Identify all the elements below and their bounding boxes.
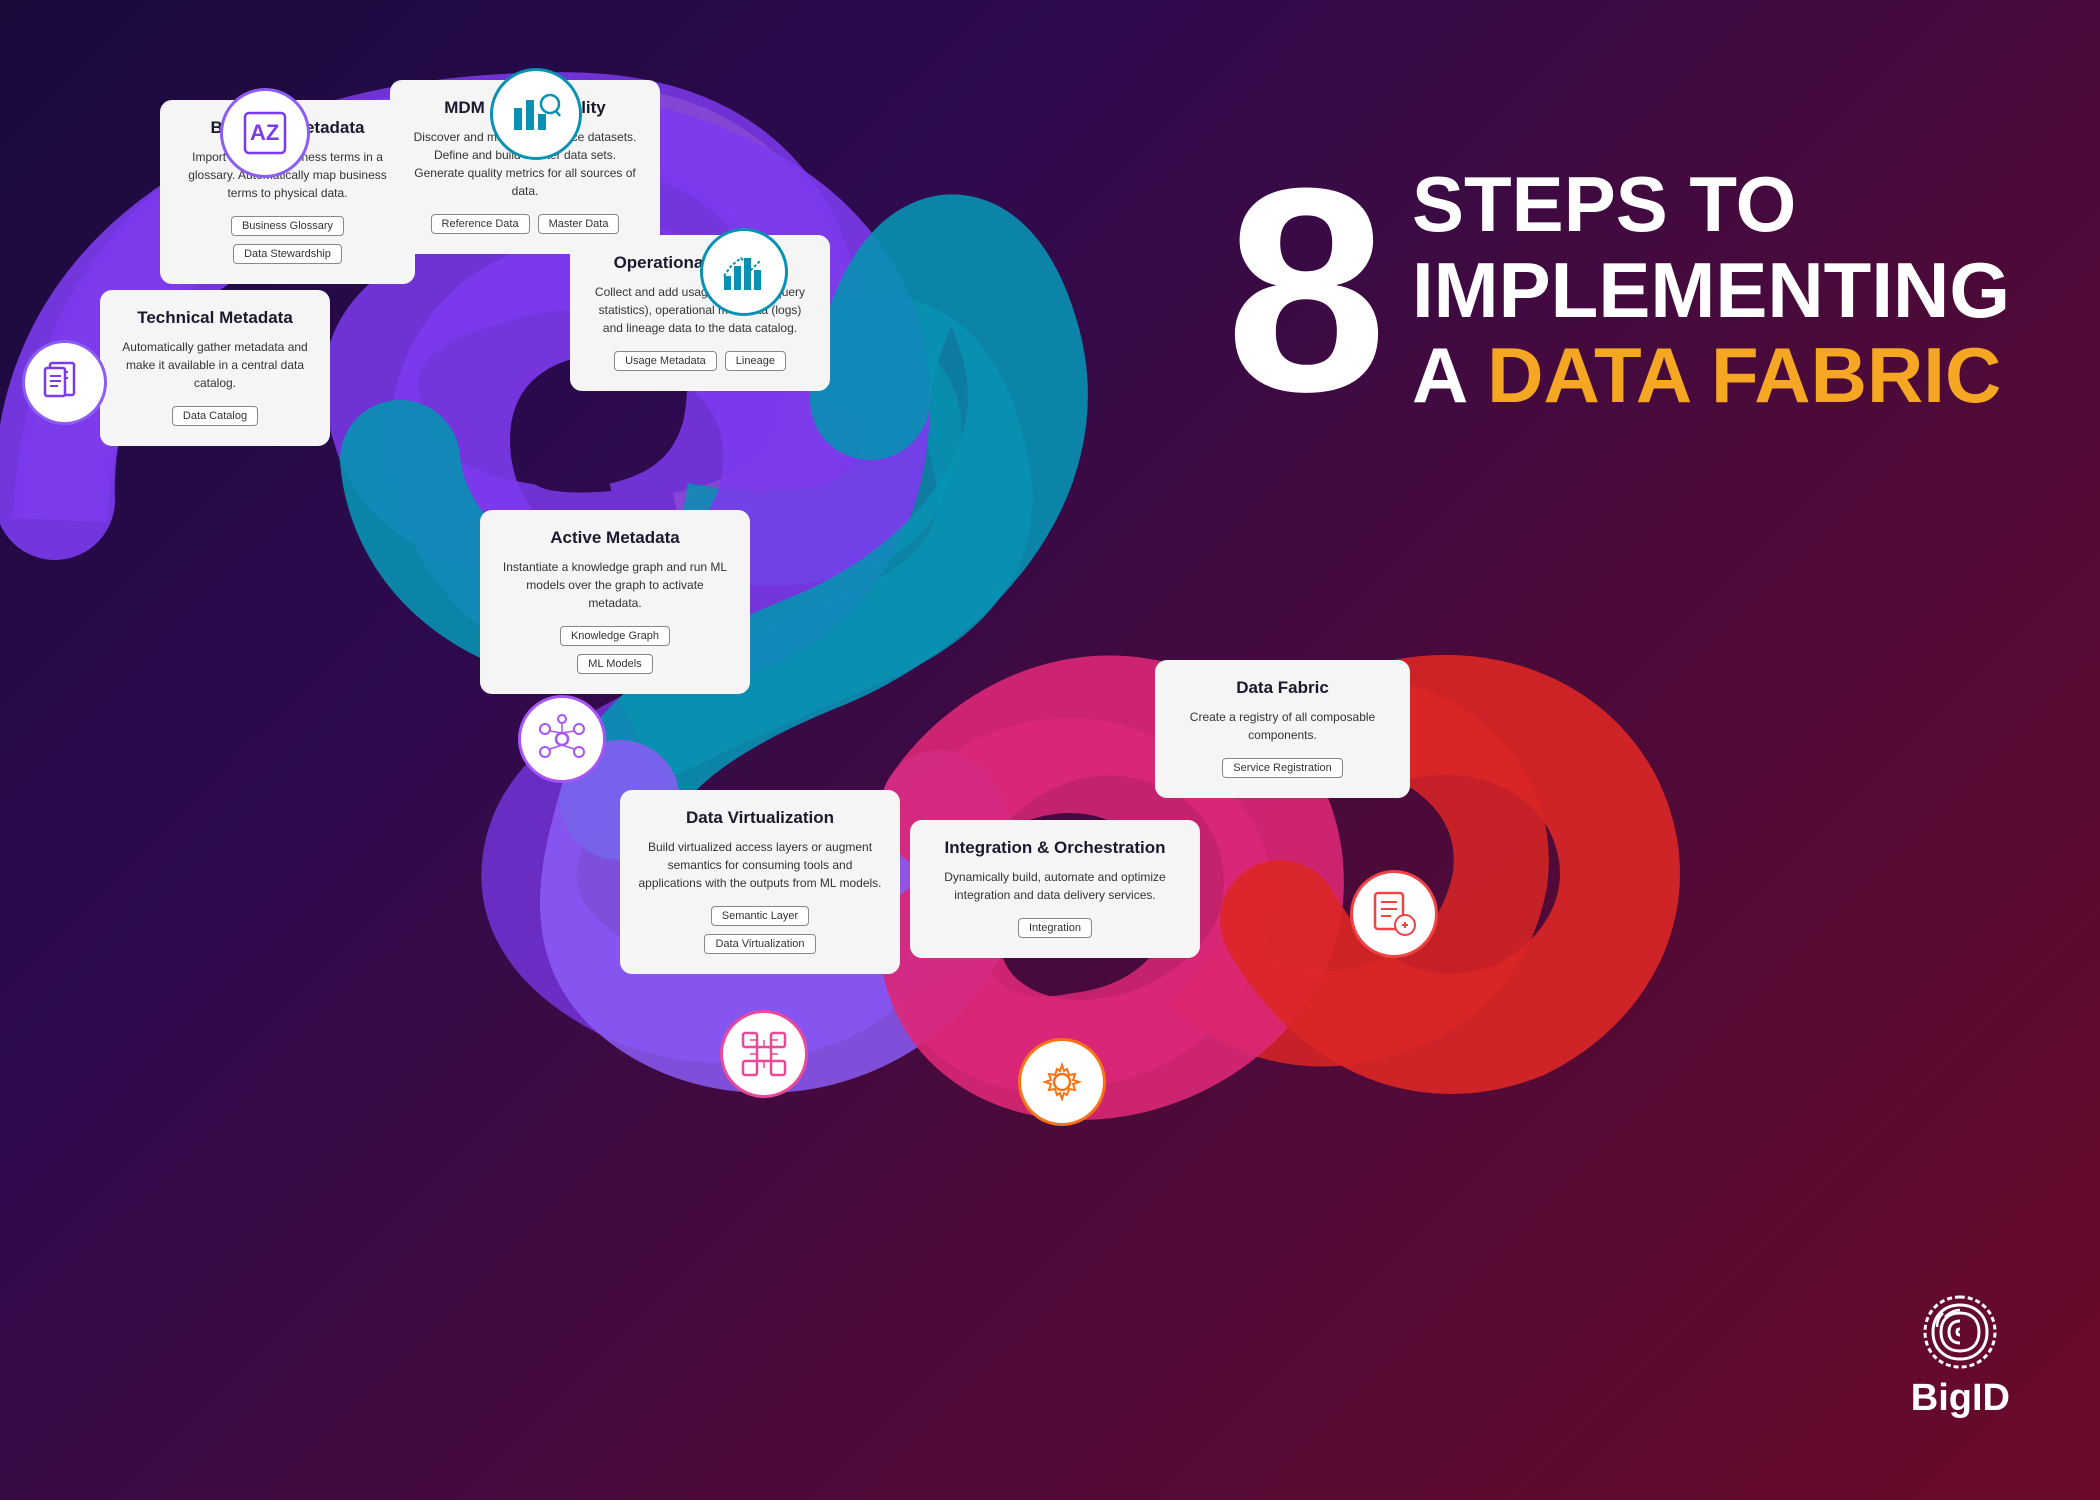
- svg-text:AZ: AZ: [250, 120, 279, 145]
- active-title: Active Metadata: [498, 528, 732, 548]
- tag-reference-data: Reference Data: [431, 214, 530, 234]
- icon-mdm-quality: [490, 68, 582, 160]
- icon-integration-orchestration: [1018, 1038, 1106, 1126]
- integration-title: Integration & Orchestration: [928, 838, 1182, 858]
- title-line3b: DATA FABRIC: [1487, 331, 2001, 419]
- icon-data-virtualization: [720, 1010, 808, 1098]
- tag-usage-metadata: Usage Metadata: [614, 351, 717, 371]
- tag-master-data: Master Data: [538, 214, 620, 234]
- document-icon: [42, 360, 87, 405]
- technical-desc: Automatically gather metadata and make i…: [118, 338, 312, 392]
- network-icon: [537, 714, 587, 764]
- datafabric-desc: Create a registry of all composable comp…: [1173, 708, 1392, 744]
- mdm-tags: Reference Data Master Data: [408, 212, 642, 236]
- main-container: Technical Metadata Automatically gather …: [0, 0, 2100, 1500]
- title-number: 8: [1226, 160, 1387, 421]
- integration-desc: Dynamically build, automate and optimize…: [928, 868, 1182, 904]
- tag-knowledge-graph: Knowledge Graph: [560, 626, 670, 646]
- icon-business-metadata: AZ: [220, 88, 310, 178]
- bigid-fingerprint-icon: [1915, 1287, 2005, 1377]
- bigid-logo: BigID: [1911, 1287, 2010, 1420]
- icon-technical-metadata: [22, 340, 107, 425]
- virtualization-tags: Semantic Layer Data Virtualization: [638, 904, 882, 956]
- operational-tags: Usage Metadata Lineage: [588, 349, 812, 373]
- active-tags: Knowledge Graph ML Models: [498, 624, 732, 676]
- registry-icon: [1369, 889, 1419, 939]
- tag-data-virtualization: Data Virtualization: [704, 934, 815, 954]
- title-line2: IMPLEMENTING: [1412, 248, 2010, 334]
- card-technical-metadata: Technical Metadata Automatically gather …: [100, 290, 330, 446]
- datafabric-title: Data Fabric: [1173, 678, 1392, 698]
- icon-data-fabric: [1350, 870, 1438, 958]
- datafabric-tags: Service Registration: [1173, 756, 1392, 780]
- tag-semantic-layer: Semantic Layer: [711, 906, 809, 926]
- title-line3a: A: [1412, 331, 1487, 419]
- tag-lineage: Lineage: [725, 351, 786, 371]
- bar-chart-icon: [720, 248, 768, 296]
- integration-tags: Integration: [928, 916, 1182, 940]
- virtualization-title: Data Virtualization: [638, 808, 882, 828]
- tag-data-stewardship: Data Stewardship: [233, 244, 342, 264]
- technical-tags: Data Catalog: [118, 404, 312, 428]
- title-section: 8 STEPS TO IMPLEMENTING A DATA FABRIC: [1226, 160, 2010, 421]
- icon-operational-metadata: [700, 228, 788, 316]
- bigid-name: BigID: [1911, 1377, 2010, 1420]
- card-active-metadata: Active Metadata Instantiate a knowledge …: [480, 510, 750, 694]
- tag-business-glossary: Business Glossary: [231, 216, 344, 236]
- gear-icon: [1037, 1057, 1087, 1107]
- tag-service-registration: Service Registration: [1222, 758, 1342, 778]
- az-icon: AZ: [240, 108, 290, 158]
- technical-title: Technical Metadata: [118, 308, 312, 328]
- icon-active-metadata: [518, 695, 606, 783]
- business-tags: Business Glossary Data Stewardship: [178, 214, 397, 266]
- active-desc: Instantiate a knowledge graph and run ML…: [498, 558, 732, 612]
- grid-connect-icon: [739, 1029, 789, 1079]
- virtualization-desc: Build virtualized access layers or augme…: [638, 838, 882, 892]
- card-operational-metadata: Operational Metadata Collect and add usa…: [570, 235, 830, 391]
- chart-magnify-icon: [510, 88, 562, 140]
- tag-integration: Integration: [1018, 918, 1092, 938]
- title-line1: STEPS TO: [1412, 162, 2010, 248]
- card-data-virtualization: Data Virtualization Build virtualized ac…: [620, 790, 900, 974]
- tag-ml-models: ML Models: [577, 654, 652, 674]
- card-data-fabric: Data Fabric Create a registry of all com…: [1155, 660, 1410, 798]
- card-integration-orchestration: Integration & Orchestration Dynamically …: [910, 820, 1200, 958]
- tag-data-catalog: Data Catalog: [172, 406, 258, 426]
